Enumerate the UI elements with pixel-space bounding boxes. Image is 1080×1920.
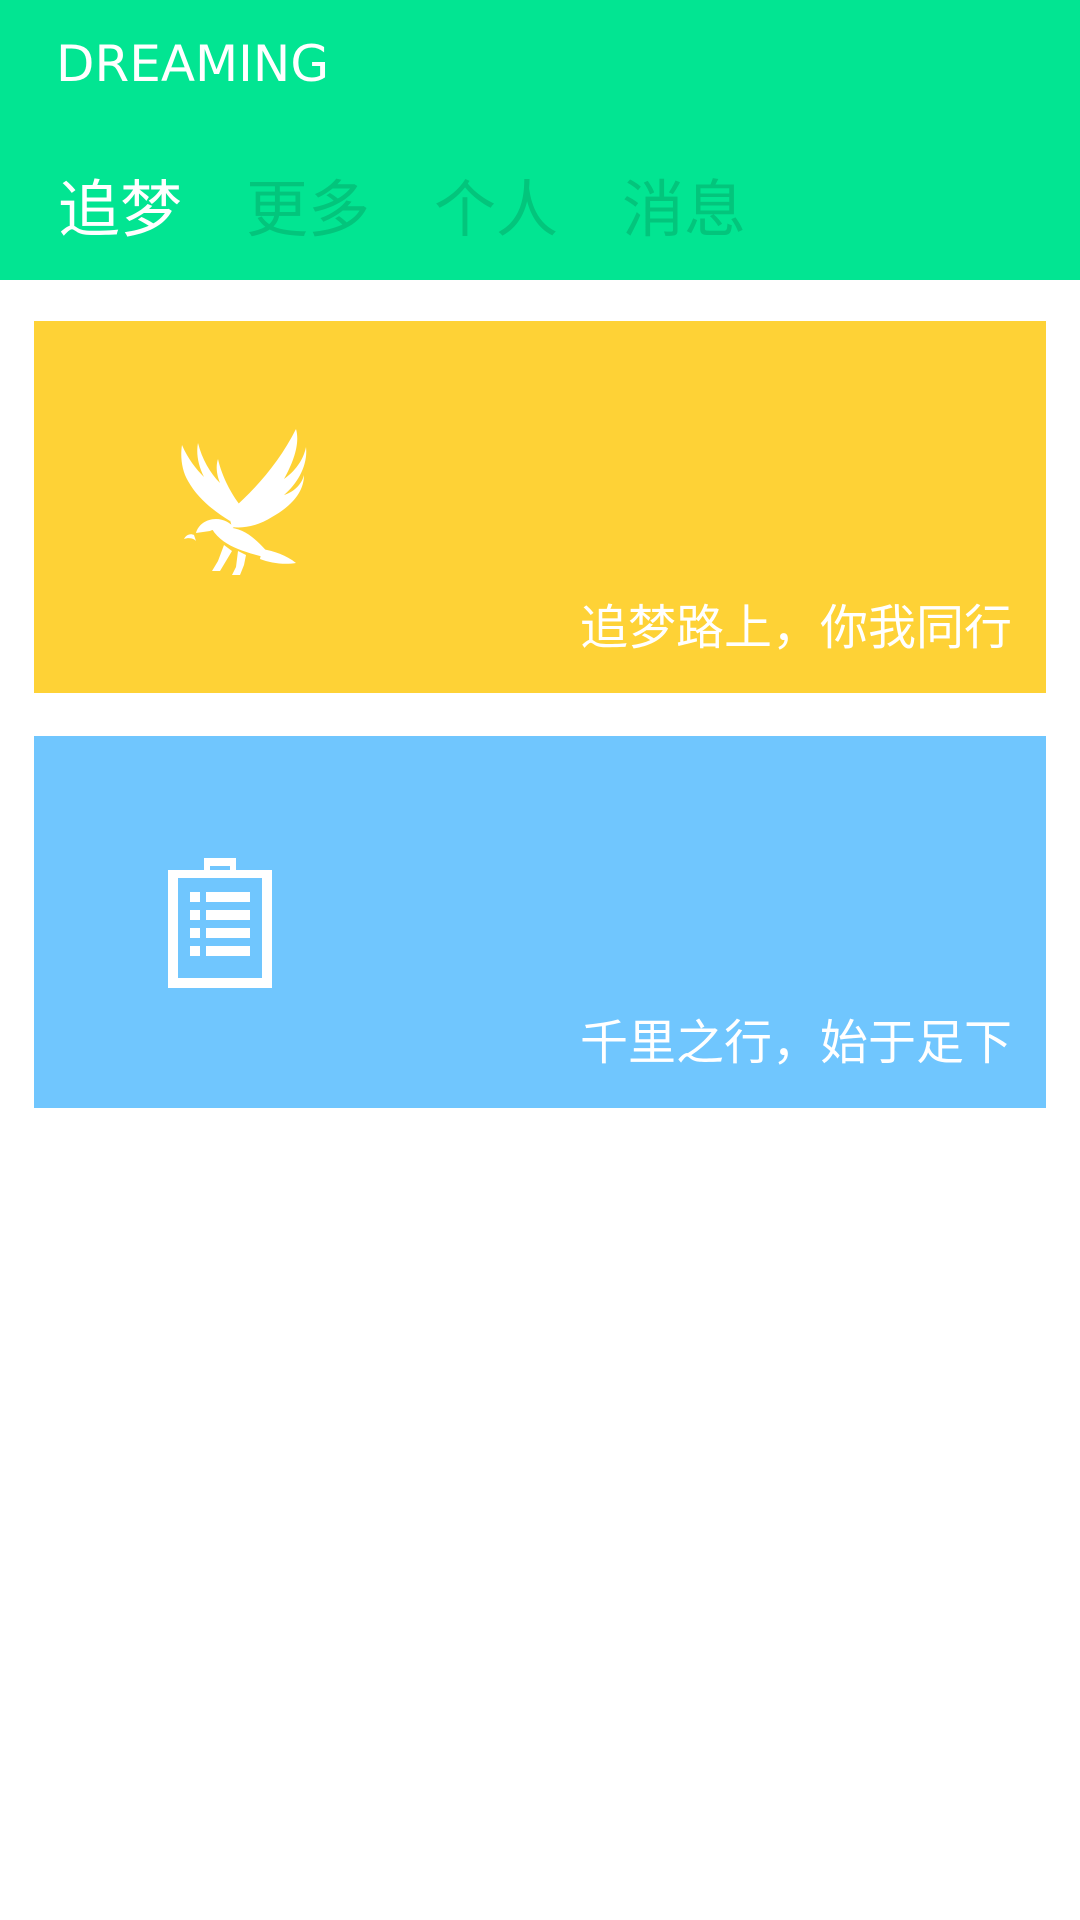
- tab-xiaoxi[interactable]: 消息: [622, 170, 746, 250]
- clipboard-icon: [168, 858, 272, 988]
- tab-gengduo[interactable]: 更多: [246, 170, 370, 250]
- app-header: DREAMING 追梦 更多 个人 消息: [0, 0, 1080, 280]
- app-title: DREAMING: [56, 35, 330, 93]
- tab-bar: 追梦 更多 个人 消息: [0, 170, 1080, 250]
- dream-card[interactable]: 追梦路上，你我同行: [34, 321, 1046, 693]
- card-caption: 千里之行，始于足下: [579, 1015, 1012, 1071]
- goal-card[interactable]: 千里之行，始于足下: [34, 736, 1046, 1108]
- eagle-icon: [181, 429, 307, 575]
- card-caption: 追梦路上，你我同行: [579, 600, 1012, 656]
- tab-zhuimeng[interactable]: 追梦: [58, 170, 182, 250]
- tab-geren[interactable]: 个人: [434, 170, 558, 250]
